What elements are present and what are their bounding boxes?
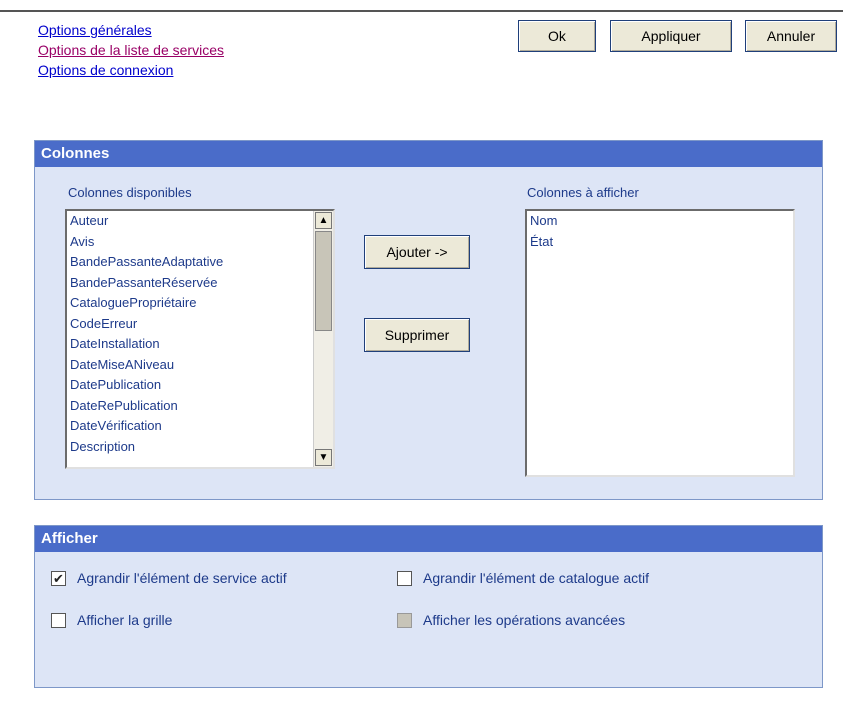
list-item[interactable]: BandePassanteAdaptative [67,252,333,273]
list-item[interactable]: Nom [527,211,793,232]
display-panel-title: Afficher [35,526,822,552]
list-item[interactable]: DatePublication [67,375,333,396]
checkbox-expand-active-service[interactable]: ✔ [51,570,66,586]
expand-active-catalog-option[interactable]: Agrandir l'élément de catalogue actif [397,570,649,586]
apply-button[interactable]: Appliquer [610,20,732,52]
show-advanced-operations-option: Afficher les opérations avancées [397,612,625,628]
options-page: Options générales Options de la liste de… [0,0,843,704]
options-nav: Options générales Options de la liste de… [38,20,224,80]
display-columns-list[interactable]: Nom État [525,209,795,477]
checkmark-icon: ✔ [53,570,64,586]
scroll-thumb[interactable] [315,231,332,331]
show-advanced-operations-label: Afficher les opérations avancées [423,612,626,628]
list-item[interactable]: CataloguePropriétaire [67,293,333,314]
show-grid-option[interactable]: Afficher la grille [51,612,172,628]
display-panel: Afficher ✔ Agrandir l'élément de service… [34,525,823,688]
checkbox-show-advanced-operations [397,612,412,628]
scroll-down-arrow-icon[interactable]: ▼ [315,449,332,466]
available-columns-list[interactable]: Auteur Avis BandePassanteAdaptative BandePa… [65,209,335,469]
list-item[interactable]: DateMiseANiveau [67,355,333,376]
list-item[interactable]: DateVérification [67,416,333,437]
nav-link-service-list-options[interactable]: Options de la liste de services [38,40,224,60]
expand-active-service-option[interactable]: ✔ Agrandir l'élément de service actif [51,570,287,586]
list-item[interactable]: État [527,232,793,253]
checkbox-show-grid[interactable] [51,612,66,628]
remove-column-button[interactable]: Supprimer [364,318,470,352]
list-item[interactable]: Avis [67,232,333,253]
available-columns-items: Auteur Avis BandePassanteAdaptative BandePa… [67,211,333,457]
list-item[interactable]: CodeErreur [67,314,333,335]
checkbox-expand-active-catalog[interactable] [397,570,412,586]
list-item[interactable]: DateInstallation [67,334,333,355]
nav-link-connection-options[interactable]: Options de connexion [38,60,224,80]
show-grid-label: Afficher la grille [77,612,173,628]
cancel-button[interactable]: Annuler [745,20,837,52]
expand-active-service-label: Agrandir l'élément de service actif [77,570,287,586]
list-item[interactable]: Auteur [67,211,333,232]
expand-active-catalog-label: Agrandir l'élément de catalogue actif [423,570,650,586]
list-item[interactable]: DateRePublication [67,396,333,417]
top-rule [0,10,843,12]
list-item[interactable]: Description [67,437,333,458]
columns-panel-title: Colonnes [35,141,822,167]
columns-panel: Colonnes Colonnes disponibles Colonnes à… [34,140,823,500]
list-item[interactable]: BandePassanteRéservée [67,273,333,294]
available-columns-label: Colonnes disponibles [68,185,192,200]
ok-button[interactable]: Ok [518,20,596,52]
scroll-up-arrow-icon[interactable]: ▲ [315,212,332,229]
available-columns-scrollbar[interactable]: ▲ ▼ [313,211,333,467]
add-column-button[interactable]: Ajouter -> [364,235,470,269]
nav-link-general-options[interactable]: Options générales [38,20,224,40]
display-columns-label: Colonnes à afficher [527,185,639,200]
display-columns-items: Nom État [527,211,793,252]
